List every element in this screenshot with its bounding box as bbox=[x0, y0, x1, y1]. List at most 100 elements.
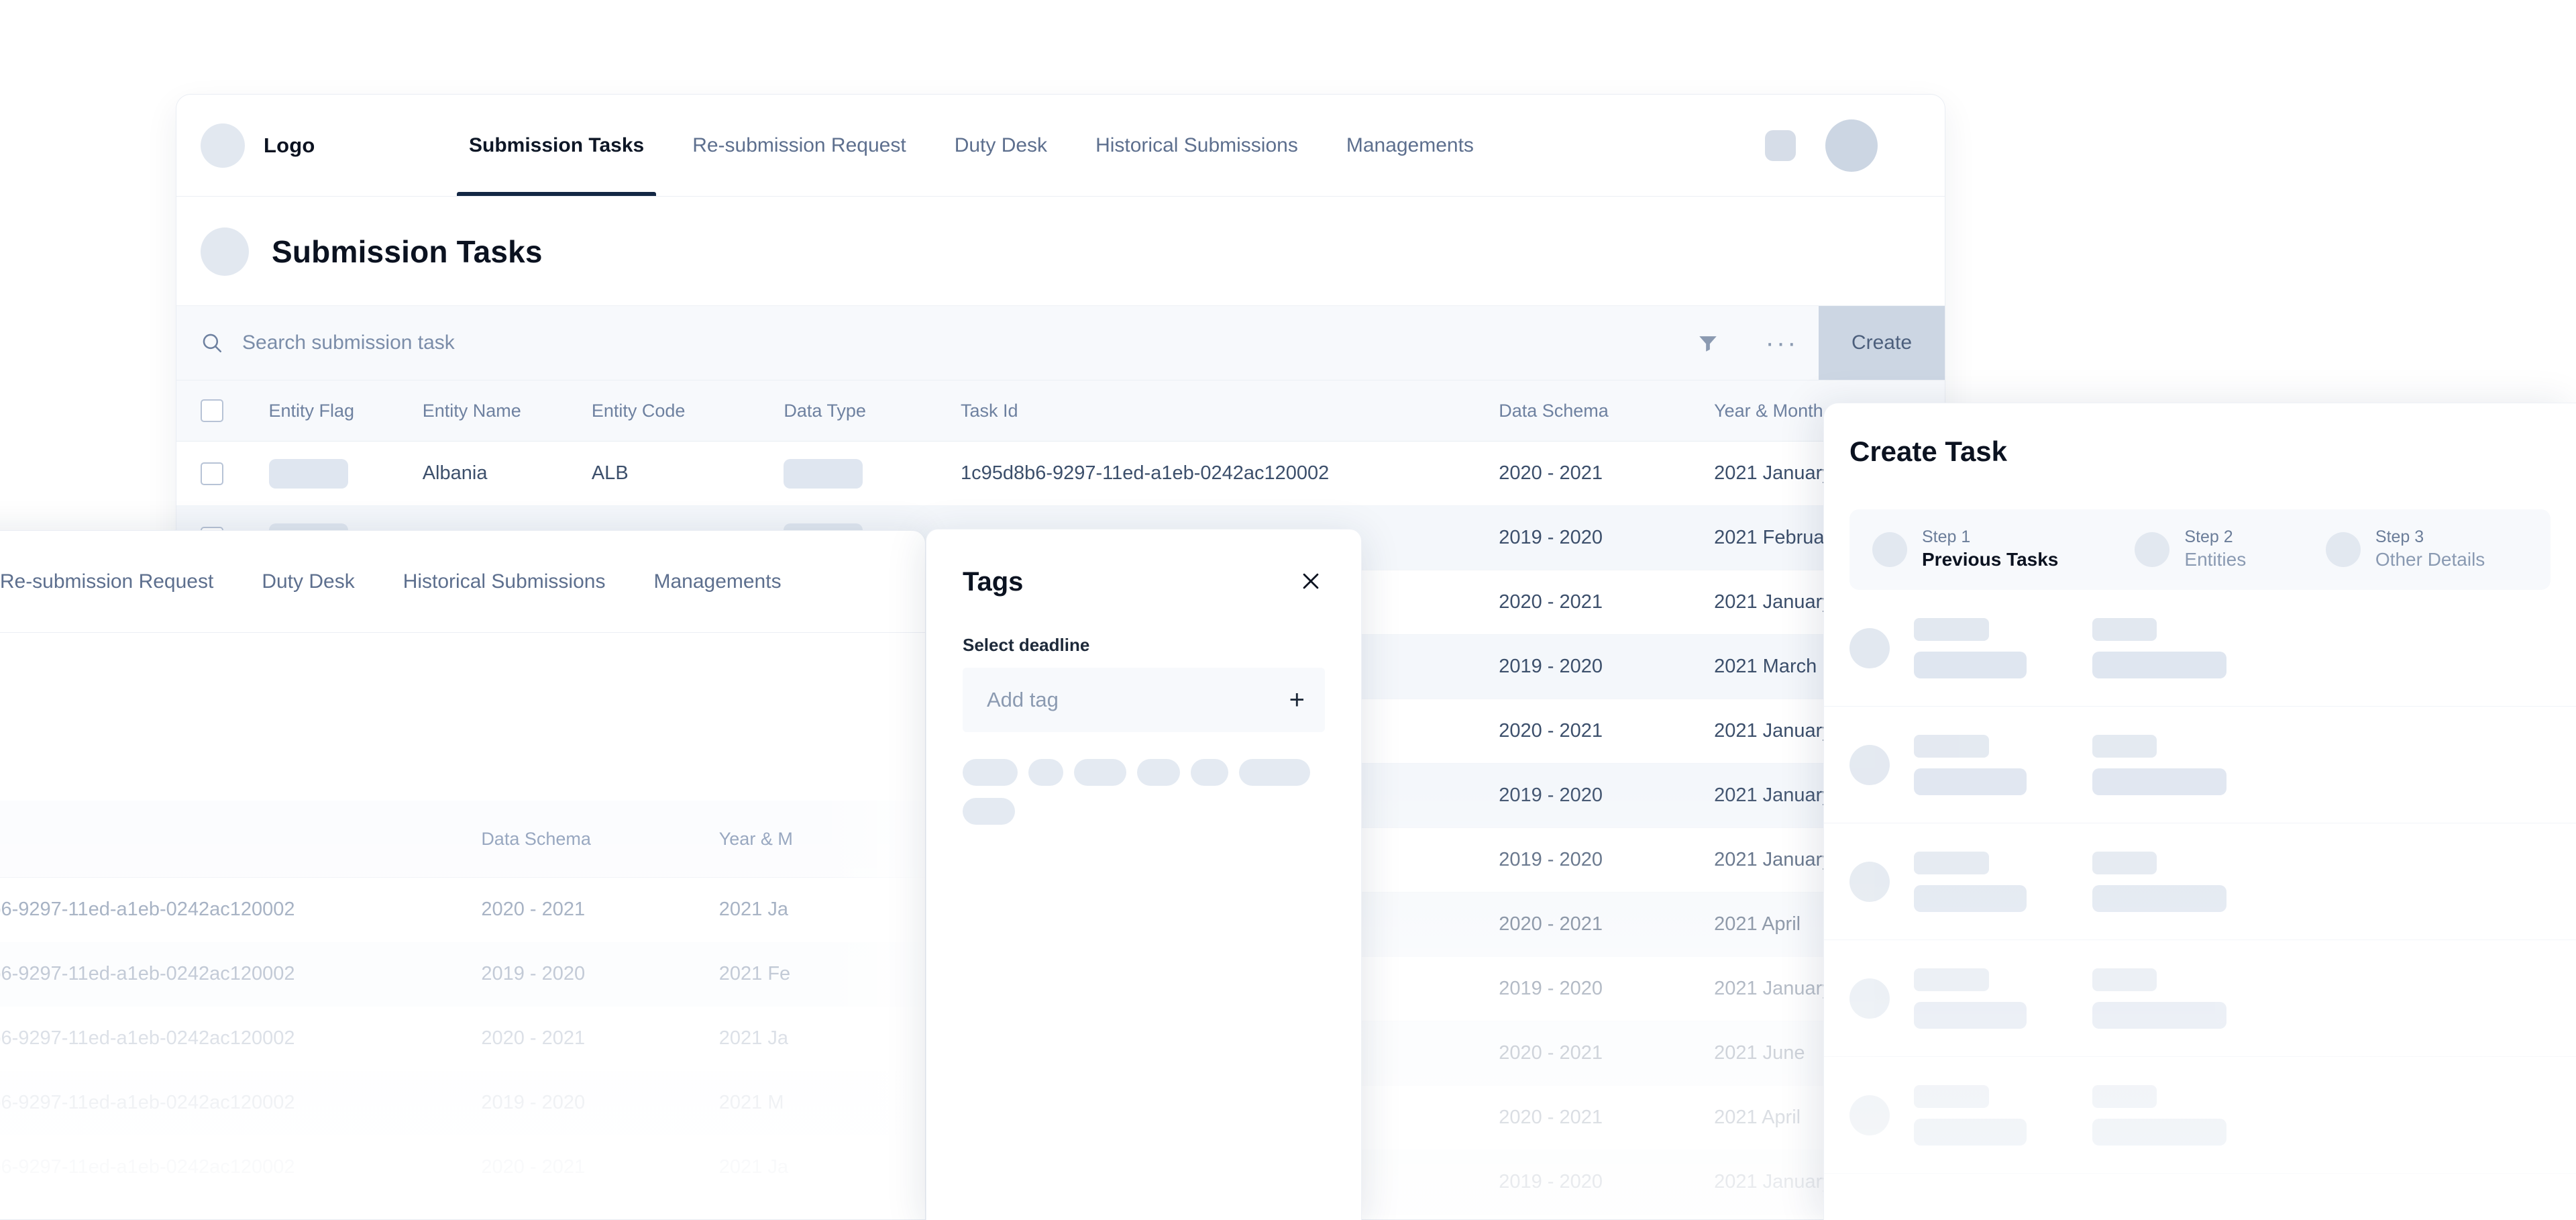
col-entity-code[interactable]: Entity Code bbox=[591, 380, 784, 442]
tags-modal-title: Tags bbox=[963, 567, 1024, 597]
tag-chip-placeholder[interactable] bbox=[1028, 759, 1063, 786]
screen: Logo Submission Tasks Re-submission Requ… bbox=[0, 0, 2576, 1220]
secondary-cell-task-id: 1c95d8b6-9297-11ed-a1eb-0242ac120002 bbox=[0, 899, 295, 921]
tag-chip-placeholder[interactable] bbox=[1137, 759, 1180, 786]
tag-chip-list bbox=[963, 759, 1325, 825]
col-entity-flag[interactable]: Entity Flag bbox=[268, 380, 423, 442]
create-task-list-item[interactable] bbox=[1824, 823, 2576, 940]
create-task-list-item[interactable] bbox=[1824, 707, 2576, 823]
add-tag-field[interactable]: Add tag + bbox=[963, 668, 1325, 732]
list-item-secondary-placeholder bbox=[2092, 734, 2253, 795]
brand: Logo bbox=[201, 123, 402, 168]
user-avatar[interactable] bbox=[1825, 119, 1878, 172]
row-select-cell bbox=[176, 442, 269, 506]
list-item-avatar bbox=[1849, 978, 1890, 1019]
page-title: Submission Tasks bbox=[272, 234, 543, 269]
secondary-table-row[interactable]: 1c95d8b6-9297-11ed-a1eb-0242ac120002 2020… bbox=[0, 1007, 925, 1071]
cell-data-schema: 2020 - 2021 bbox=[1499, 591, 1603, 613]
list-item-avatar bbox=[1849, 1095, 1890, 1135]
nav-tab-submission-tasks[interactable]: Submission Tasks bbox=[445, 95, 668, 196]
search-box[interactable] bbox=[201, 332, 1671, 354]
cell-data-schema: 2020 - 2021 bbox=[1499, 1042, 1603, 1064]
secondary-cell-year-month: 2021 Ja bbox=[718, 1027, 788, 1049]
tag-chip-placeholder[interactable] bbox=[1239, 759, 1310, 786]
nav-tab-label: Duty Desk bbox=[954, 134, 1048, 156]
tag-chip-placeholder[interactable] bbox=[1191, 759, 1228, 786]
secondary-nav-tab-re-submission-request[interactable]: Re-submission Request bbox=[0, 531, 237, 632]
step-1-previous-tasks[interactable]: Step 1 Previous Tasks bbox=[1872, 527, 2100, 572]
secondary-navigation-bar: sion Tasks Re-submission Request Duty De… bbox=[0, 531, 925, 633]
secondary-col-data-schema[interactable]: Data Schema bbox=[481, 801, 719, 878]
search-icon bbox=[201, 332, 223, 354]
nav-tab-duty-desk[interactable]: Duty Desk bbox=[930, 95, 1071, 196]
cell-data-schema: 2020 - 2021 bbox=[1499, 1107, 1603, 1128]
cell-data-schema: 2019 - 2020 bbox=[1499, 1171, 1603, 1192]
table-header-row: Entity Flag Entity Name Entity Code Data… bbox=[176, 380, 1945, 442]
secondary-table-head: Data Type Task Id Data Schema Year & M bbox=[0, 801, 925, 878]
secondary-table-row[interactable]: 1c95d8b6-9297-11ed-a1eb-0242ac120002 2019… bbox=[0, 942, 925, 1007]
list-item-secondary-placeholder bbox=[2092, 1084, 2253, 1146]
tag-chip-placeholder[interactable] bbox=[963, 759, 1018, 786]
step-3-other-details[interactable]: Step 3 Other Details bbox=[2325, 527, 2528, 572]
secondary-col-year-month[interactable]: Year & M bbox=[718, 801, 925, 878]
app-switcher-icon[interactable] bbox=[1765, 130, 1796, 161]
col-task-id[interactable]: Task Id bbox=[960, 380, 1499, 442]
list-item-avatar bbox=[1849, 744, 1890, 785]
list-item-avatar bbox=[1849, 861, 1890, 902]
table-head: Entity Flag Entity Name Entity Code Data… bbox=[176, 380, 1945, 442]
plus-icon[interactable]: + bbox=[1289, 687, 1305, 713]
create-button[interactable]: Create bbox=[1819, 306, 1945, 380]
col-data-schema[interactable]: Data Schema bbox=[1499, 380, 1715, 442]
step-number: Step 2 bbox=[2184, 527, 2233, 547]
secondary-content-spacer bbox=[0, 633, 925, 801]
step-indicator-dot bbox=[2135, 531, 2170, 567]
table-row[interactable]: Albania ALB 1c95d8b6-9297-11ed-a1eb-0242ac… bbox=[176, 442, 1945, 506]
col-entity-name[interactable]: Entity Name bbox=[422, 380, 592, 442]
create-task-placeholder-list bbox=[1824, 590, 2576, 1174]
tag-chip-placeholder[interactable] bbox=[963, 798, 1015, 825]
row-checkbox[interactable] bbox=[201, 462, 223, 485]
nav-tab-managements[interactable]: Managements bbox=[1322, 95, 1498, 196]
nav-tab-label: Managements bbox=[653, 570, 782, 593]
create-task-panel: Create Task Step 1 Previous Tasks Step 2… bbox=[1823, 403, 2576, 1220]
page-header: Submission Tasks bbox=[176, 197, 1945, 305]
nav-tab-historical-submissions[interactable]: Historical Submissions bbox=[1071, 95, 1322, 196]
nav-tab-re-submission-request[interactable]: Re-submission Request bbox=[668, 95, 930, 196]
list-item-primary-placeholder bbox=[1914, 851, 2055, 912]
logo-label: Logo bbox=[264, 133, 315, 157]
tags-modal: Tags Select deadline Add tag + bbox=[926, 529, 1362, 1220]
create-task-list-item[interactable] bbox=[1824, 940, 2576, 1057]
step-number: Step 3 bbox=[2375, 527, 2424, 547]
secondary-cell-task-id: 1c95d8b6-9297-11ed-a1eb-0242ac120002 bbox=[0, 963, 295, 984]
list-item-secondary-placeholder bbox=[2092, 617, 2253, 678]
secondary-cell-data-schema: 2020 - 2021 bbox=[481, 1027, 586, 1049]
search-input[interactable] bbox=[242, 332, 725, 354]
secondary-window-body: Data Type Task Id Data Schema Year & M 1… bbox=[0, 633, 925, 1219]
more-horizontal-icon[interactable]: ··· bbox=[1745, 306, 1819, 380]
nav-tab-label: Duty Desk bbox=[262, 570, 355, 593]
filter-icon[interactable] bbox=[1671, 306, 1745, 380]
step-name: Previous Tasks bbox=[1922, 549, 2059, 570]
col-select-all bbox=[176, 380, 269, 442]
secondary-col-task-id[interactable]: Task Id bbox=[0, 801, 482, 878]
nav-tab-label: Re-submission Request bbox=[692, 134, 906, 156]
tag-chip-placeholder[interactable] bbox=[1074, 759, 1126, 786]
secondary-table-row[interactable]: 1c95d8b6-9297-11ed-a1eb-0242ac120002 2020… bbox=[0, 1135, 925, 1200]
secondary-table-row[interactable]: 1c95d8b6-9297-11ed-a1eb-0242ac120002 2019… bbox=[0, 1070, 925, 1135]
secondary-nav-tab-duty-desk[interactable]: Duty Desk bbox=[237, 531, 378, 632]
cell-data-schema: 2020 - 2021 bbox=[1499, 913, 1603, 935]
secondary-table-row[interactable]: 1c95d8b6-9297-11ed-a1eb-0242ac120002 2020… bbox=[0, 878, 925, 942]
create-task-list-item[interactable] bbox=[1824, 1057, 2576, 1174]
secondary-nav-tab-historical-submissions[interactable]: Historical Submissions bbox=[379, 531, 630, 632]
data-type-placeholder bbox=[784, 458, 863, 489]
secondary-nav-tabs: sion Tasks Re-submission Request Duty De… bbox=[0, 531, 806, 632]
nav-tab-label: Managements bbox=[1346, 134, 1474, 156]
create-task-list-item[interactable] bbox=[1824, 590, 2576, 707]
step-2-entities[interactable]: Step 2 Entities bbox=[2135, 527, 2291, 572]
secondary-nav-tab-managements[interactable]: Managements bbox=[629, 531, 805, 632]
select-all-checkbox[interactable] bbox=[201, 399, 223, 422]
secondary-cell-data-schema: 2019 - 2020 bbox=[481, 1092, 586, 1113]
secondary-cell-task-id: 1c95d8b6-9297-11ed-a1eb-0242ac120002 bbox=[0, 1027, 295, 1049]
col-data-type[interactable]: Data Type bbox=[784, 380, 961, 442]
close-icon[interactable] bbox=[1297, 567, 1325, 595]
